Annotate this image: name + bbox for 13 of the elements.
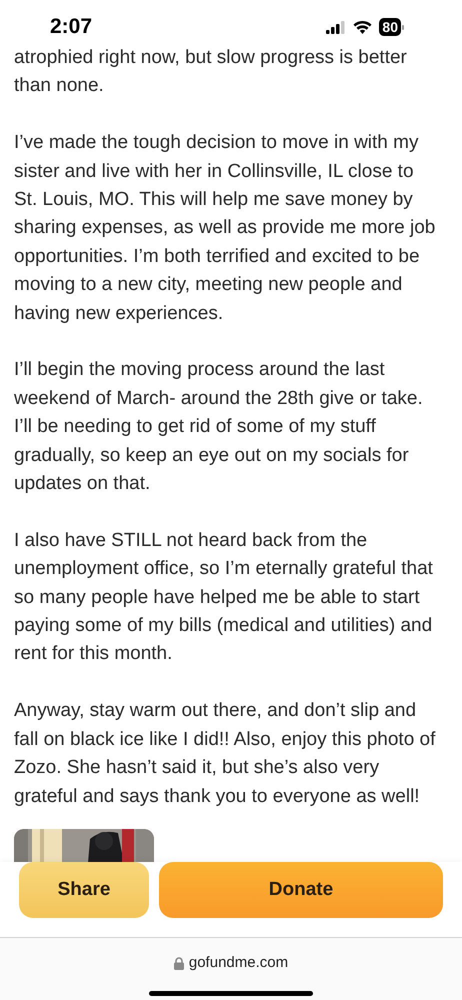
status-time: 2:07 <box>50 14 92 40</box>
wifi-icon <box>353 20 372 34</box>
story-paragraph: I’ll begin the moving process around the last weekend of March- around the 28th give or take. I’ll be needing to get rid of some of my stuff gradually, so keep an eye out on my socials for updates on that. <box>14 358 424 496</box>
lock-icon <box>174 956 184 970</box>
address-url[interactable]: gofundme.com <box>188 952 288 974</box>
battery-level: 80 <box>379 18 401 36</box>
story-paragraph: atrophied right now, but slow progress is better than none. <box>14 46 408 98</box>
donate-button[interactable]: Donate <box>159 862 443 918</box>
story-paragraph: I’ve made the tough decision to move in with my sister and live with her in Collinsville, IL close to St. Louis, MO. This will help me save money by sharing expenses, as well as provide me more job opportunities. I’m both terrified and excited to be moving to a new city, meeting new people and having new experiences. <box>14 131 436 326</box>
story-paragraph: Anyway, stay warm out there, and don’t slip and fall on black ice like I did!! Also, enjoy this photo of Zozo. She hasn’t said it, but she’s also very grateful and says thank you to everyone as well! <box>14 699 436 808</box>
story-paragraph: I also have STILL not heard back from the unemployment office, so I’m eternally grateful that so many people have helped me be able to start paying some of my bills (medical and utilities) and rent for this month. <box>14 528 434 666</box>
signal-icon <box>326 20 346 34</box>
share-button[interactable]: Share <box>19 862 149 918</box>
